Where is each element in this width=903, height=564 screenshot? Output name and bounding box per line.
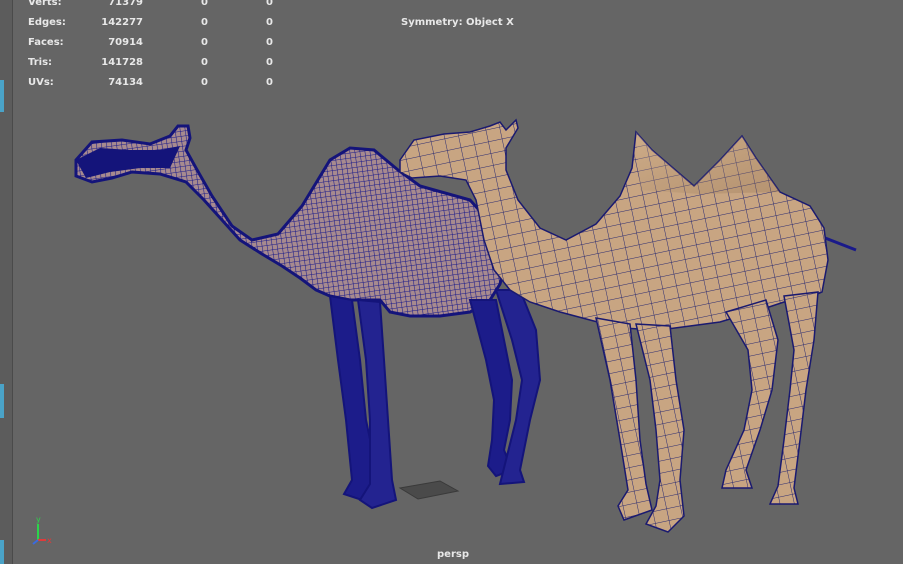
hud-value: 0 xyxy=(266,17,273,28)
axis-gizmo: y x xyxy=(32,515,52,545)
axis-label-x: x xyxy=(47,536,52,545)
hud-value: 0 xyxy=(201,57,208,68)
hud-label: Faces: xyxy=(28,37,64,48)
hud-value: 71379 xyxy=(108,0,143,8)
axis-label-y: y xyxy=(36,515,41,524)
hud-label: Verts: xyxy=(28,0,62,8)
hud-value: 141728 xyxy=(101,57,143,68)
hud-value: 142277 xyxy=(101,17,143,28)
hud-label: Edges: xyxy=(28,17,66,28)
camera-name-label: persp xyxy=(437,549,469,560)
hud-value: 0 xyxy=(266,0,273,8)
hud-value: 70914 xyxy=(108,37,143,48)
hud-value: 0 xyxy=(266,77,273,88)
hud-value: 0 xyxy=(266,57,273,68)
camel-low-poly-mesh[interactable] xyxy=(399,118,857,533)
hud-value: 0 xyxy=(201,37,208,48)
hud-value: 0 xyxy=(201,77,208,88)
hud-value: 74134 xyxy=(108,77,143,88)
hud-value: 0 xyxy=(201,17,208,28)
hud-label: Tris: xyxy=(28,57,53,68)
hud-value: 0 xyxy=(201,0,208,8)
hud-value: 0 xyxy=(266,37,273,48)
symmetry-status: Symmetry: Object X xyxy=(401,17,514,28)
ground-marker xyxy=(398,480,460,500)
hud-label: UVs: xyxy=(28,77,54,88)
